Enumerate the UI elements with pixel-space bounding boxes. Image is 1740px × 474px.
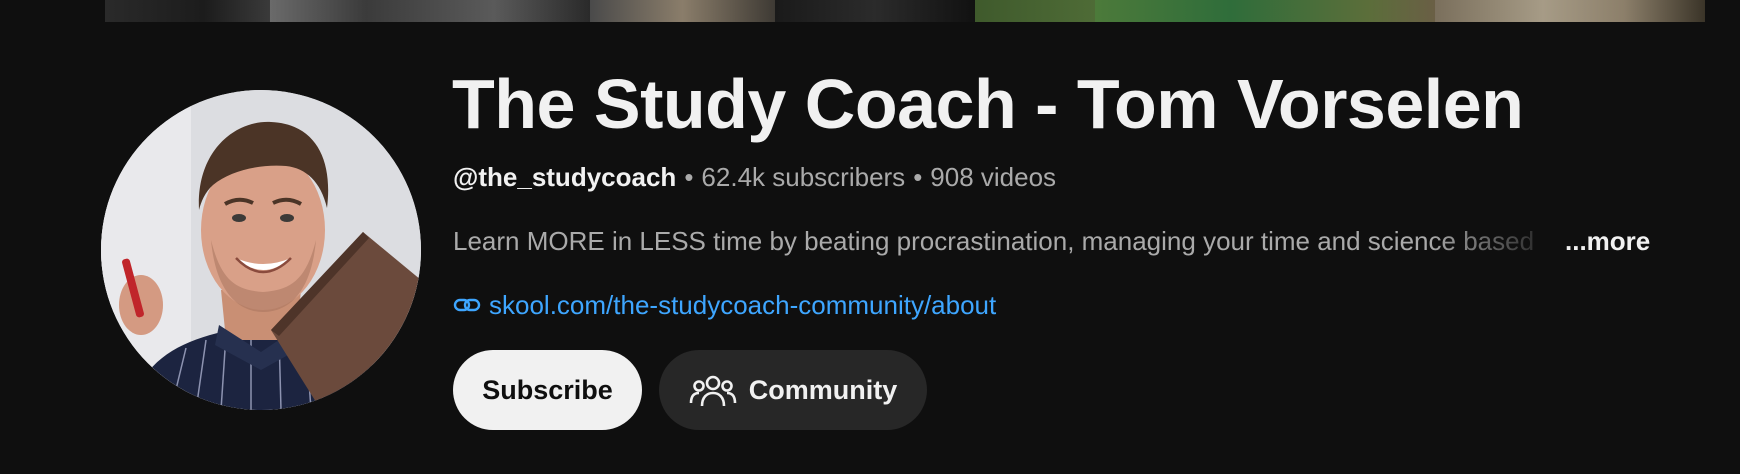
channel-avatar[interactable] [101,90,421,410]
video-count: 908 videos [930,162,1057,192]
more-button[interactable]: ...more [1565,224,1650,258]
avatar-photo [101,90,421,410]
banner-image-segment [270,0,590,22]
channel-handle: @the_studycoach [453,162,677,192]
channel-link[interactable]: skool.com/the-studycoach-community/about [453,288,996,322]
channel-link-text[interactable]: skool.com/the-studycoach-community/about [489,290,996,321]
link-icon [453,291,481,319]
banner-image-segment [975,0,1095,22]
banner-image-segment [105,0,270,22]
channel-meta: @the_studycoach • 62.4k subscribers • 908 vi… [453,160,1056,194]
banner-image-segment [590,0,775,22]
channel-description[interactable]: Learn MORE in LESS time by beating procr… [453,224,1653,258]
description-text: Learn MORE in LESS time by beating procr… [453,226,1535,256]
channel-banner [0,0,1740,22]
banner-image-segment [1435,0,1705,22]
community-button[interactable]: Community [659,350,927,430]
banner-image-segment [1095,0,1435,22]
channel-title: The Study Coach - Tom Vorselen [452,65,1524,143]
meta-separator: • [913,162,923,192]
meta-separator: • [684,162,694,192]
community-icon [689,370,737,410]
banner-image-segment [775,0,975,22]
subscribe-button[interactable]: Subscribe [453,350,642,430]
community-button-label: Community [748,374,898,405]
subscriber-count: 62.4k subscribers [701,162,906,192]
